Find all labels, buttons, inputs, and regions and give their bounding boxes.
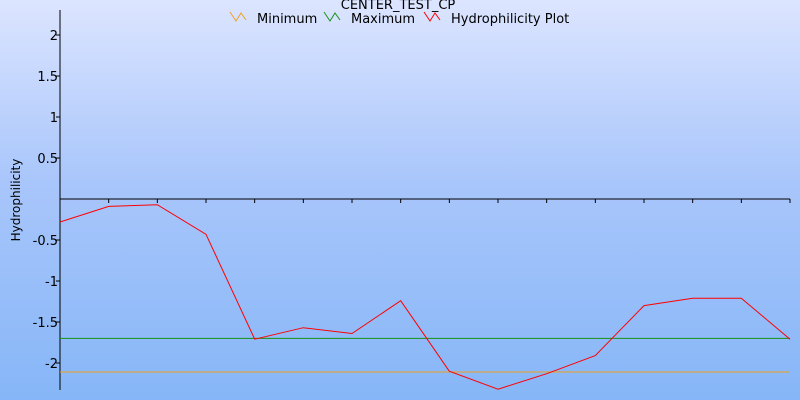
y-tick-label: 1.5 <box>37 70 58 85</box>
axes <box>59 10 791 390</box>
legend-label: Hydrophilicity Plot <box>451 12 569 27</box>
y-tick-label: -0.5 <box>33 234 58 249</box>
legend-swatch-icon <box>423 11 441 22</box>
legend-label: Maximum <box>351 12 415 27</box>
legend-swatch-icon <box>323 11 341 22</box>
y-axis-label: Hydrophilicity <box>9 159 23 242</box>
y-tick-label: -1.5 <box>33 316 58 331</box>
series-line-hydrophilicity-plot <box>59 204 791 390</box>
chart: CENTER_TEST_CP Minimum Maximum Hydrophilic… <box>9 0 791 390</box>
series-lines <box>59 204 791 390</box>
y-tick-label: 0.5 <box>37 152 58 167</box>
legend-label: Minimum <box>257 12 317 27</box>
y-tick-label: 1 <box>50 111 58 126</box>
y-tick-label: -1 <box>45 275 58 290</box>
y-tick-label: 2 <box>50 29 58 44</box>
y-tick-label: -2 <box>45 357 58 372</box>
y-ticks: 2 1.5 1 0.5 -0.5 -1 -1.5 -2 <box>33 29 60 372</box>
legend: Minimum Maximum Hydrophilicity Plot <box>229 11 569 27</box>
legend-swatch-icon <box>229 11 247 22</box>
